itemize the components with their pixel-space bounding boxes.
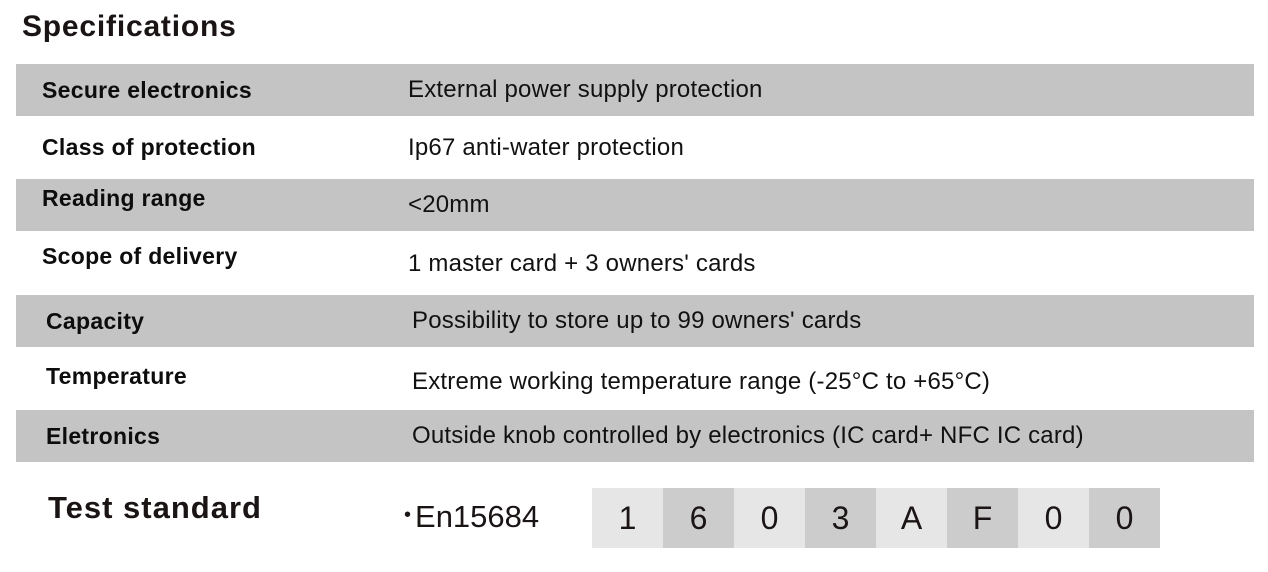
spec-row-reading-range: Reading range <20mm bbox=[16, 179, 1254, 231]
code-digit: 3 bbox=[805, 488, 876, 548]
spec-row-class-of-protection: Class of protection Ip67 anti-water prot… bbox=[16, 116, 1254, 179]
spec-label: Reading range bbox=[42, 185, 206, 211]
spec-row-temperature: Temperature Extreme working temperature … bbox=[16, 347, 1254, 410]
page-title: Specifications bbox=[22, 10, 237, 43]
spec-value: 1 master card + 3 owners' cards bbox=[408, 250, 756, 277]
spec-value: Ip67 anti-water protection bbox=[408, 134, 685, 161]
spec-value: Outside knob controlled by electronics (… bbox=[412, 422, 1084, 449]
spec-label: Eletronics bbox=[46, 422, 161, 449]
specifications-table: Secure electronics External power supply… bbox=[16, 64, 1254, 462]
standard-code: En15684 bbox=[415, 499, 540, 534]
spec-value: Possibility to store up to 99 owners' ca… bbox=[412, 307, 862, 334]
code-digit: 0 bbox=[1089, 488, 1160, 548]
bullet-icon: • bbox=[404, 504, 412, 526]
spec-value: <20mm bbox=[408, 191, 490, 218]
code-digit: 0 bbox=[1018, 488, 1089, 548]
test-standard-label: Test standard bbox=[48, 490, 262, 525]
spec-label: Secure electronics bbox=[42, 76, 252, 103]
spec-value: Extreme working temperature range (-25°C… bbox=[412, 368, 991, 395]
code-digit: 0 bbox=[734, 488, 805, 548]
spec-label: Class of protection bbox=[42, 134, 257, 160]
spec-row-eletronics: Eletronics Outside knob controlled by el… bbox=[16, 410, 1254, 462]
spec-row-capacity: Capacity Possibility to store up to 99 o… bbox=[16, 295, 1254, 347]
spec-row-scope-of-delivery: Scope of delivery 1 master card + 3 owne… bbox=[16, 231, 1254, 295]
classification-code: 1 6 0 3 A F 0 0 bbox=[592, 488, 1160, 548]
code-digit: A bbox=[876, 488, 947, 548]
code-digit: 1 bbox=[592, 488, 663, 548]
spec-row-secure-electronics: Secure electronics External power supply… bbox=[16, 64, 1254, 116]
spec-label: Capacity bbox=[46, 307, 145, 334]
spec-label: Temperature bbox=[46, 363, 187, 389]
spec-label: Scope of delivery bbox=[42, 243, 238, 269]
spec-value: External power supply protection bbox=[408, 76, 763, 103]
test-standard-name: • En15684 bbox=[404, 499, 539, 535]
code-digit: F bbox=[947, 488, 1018, 548]
code-digit: 6 bbox=[663, 488, 734, 548]
